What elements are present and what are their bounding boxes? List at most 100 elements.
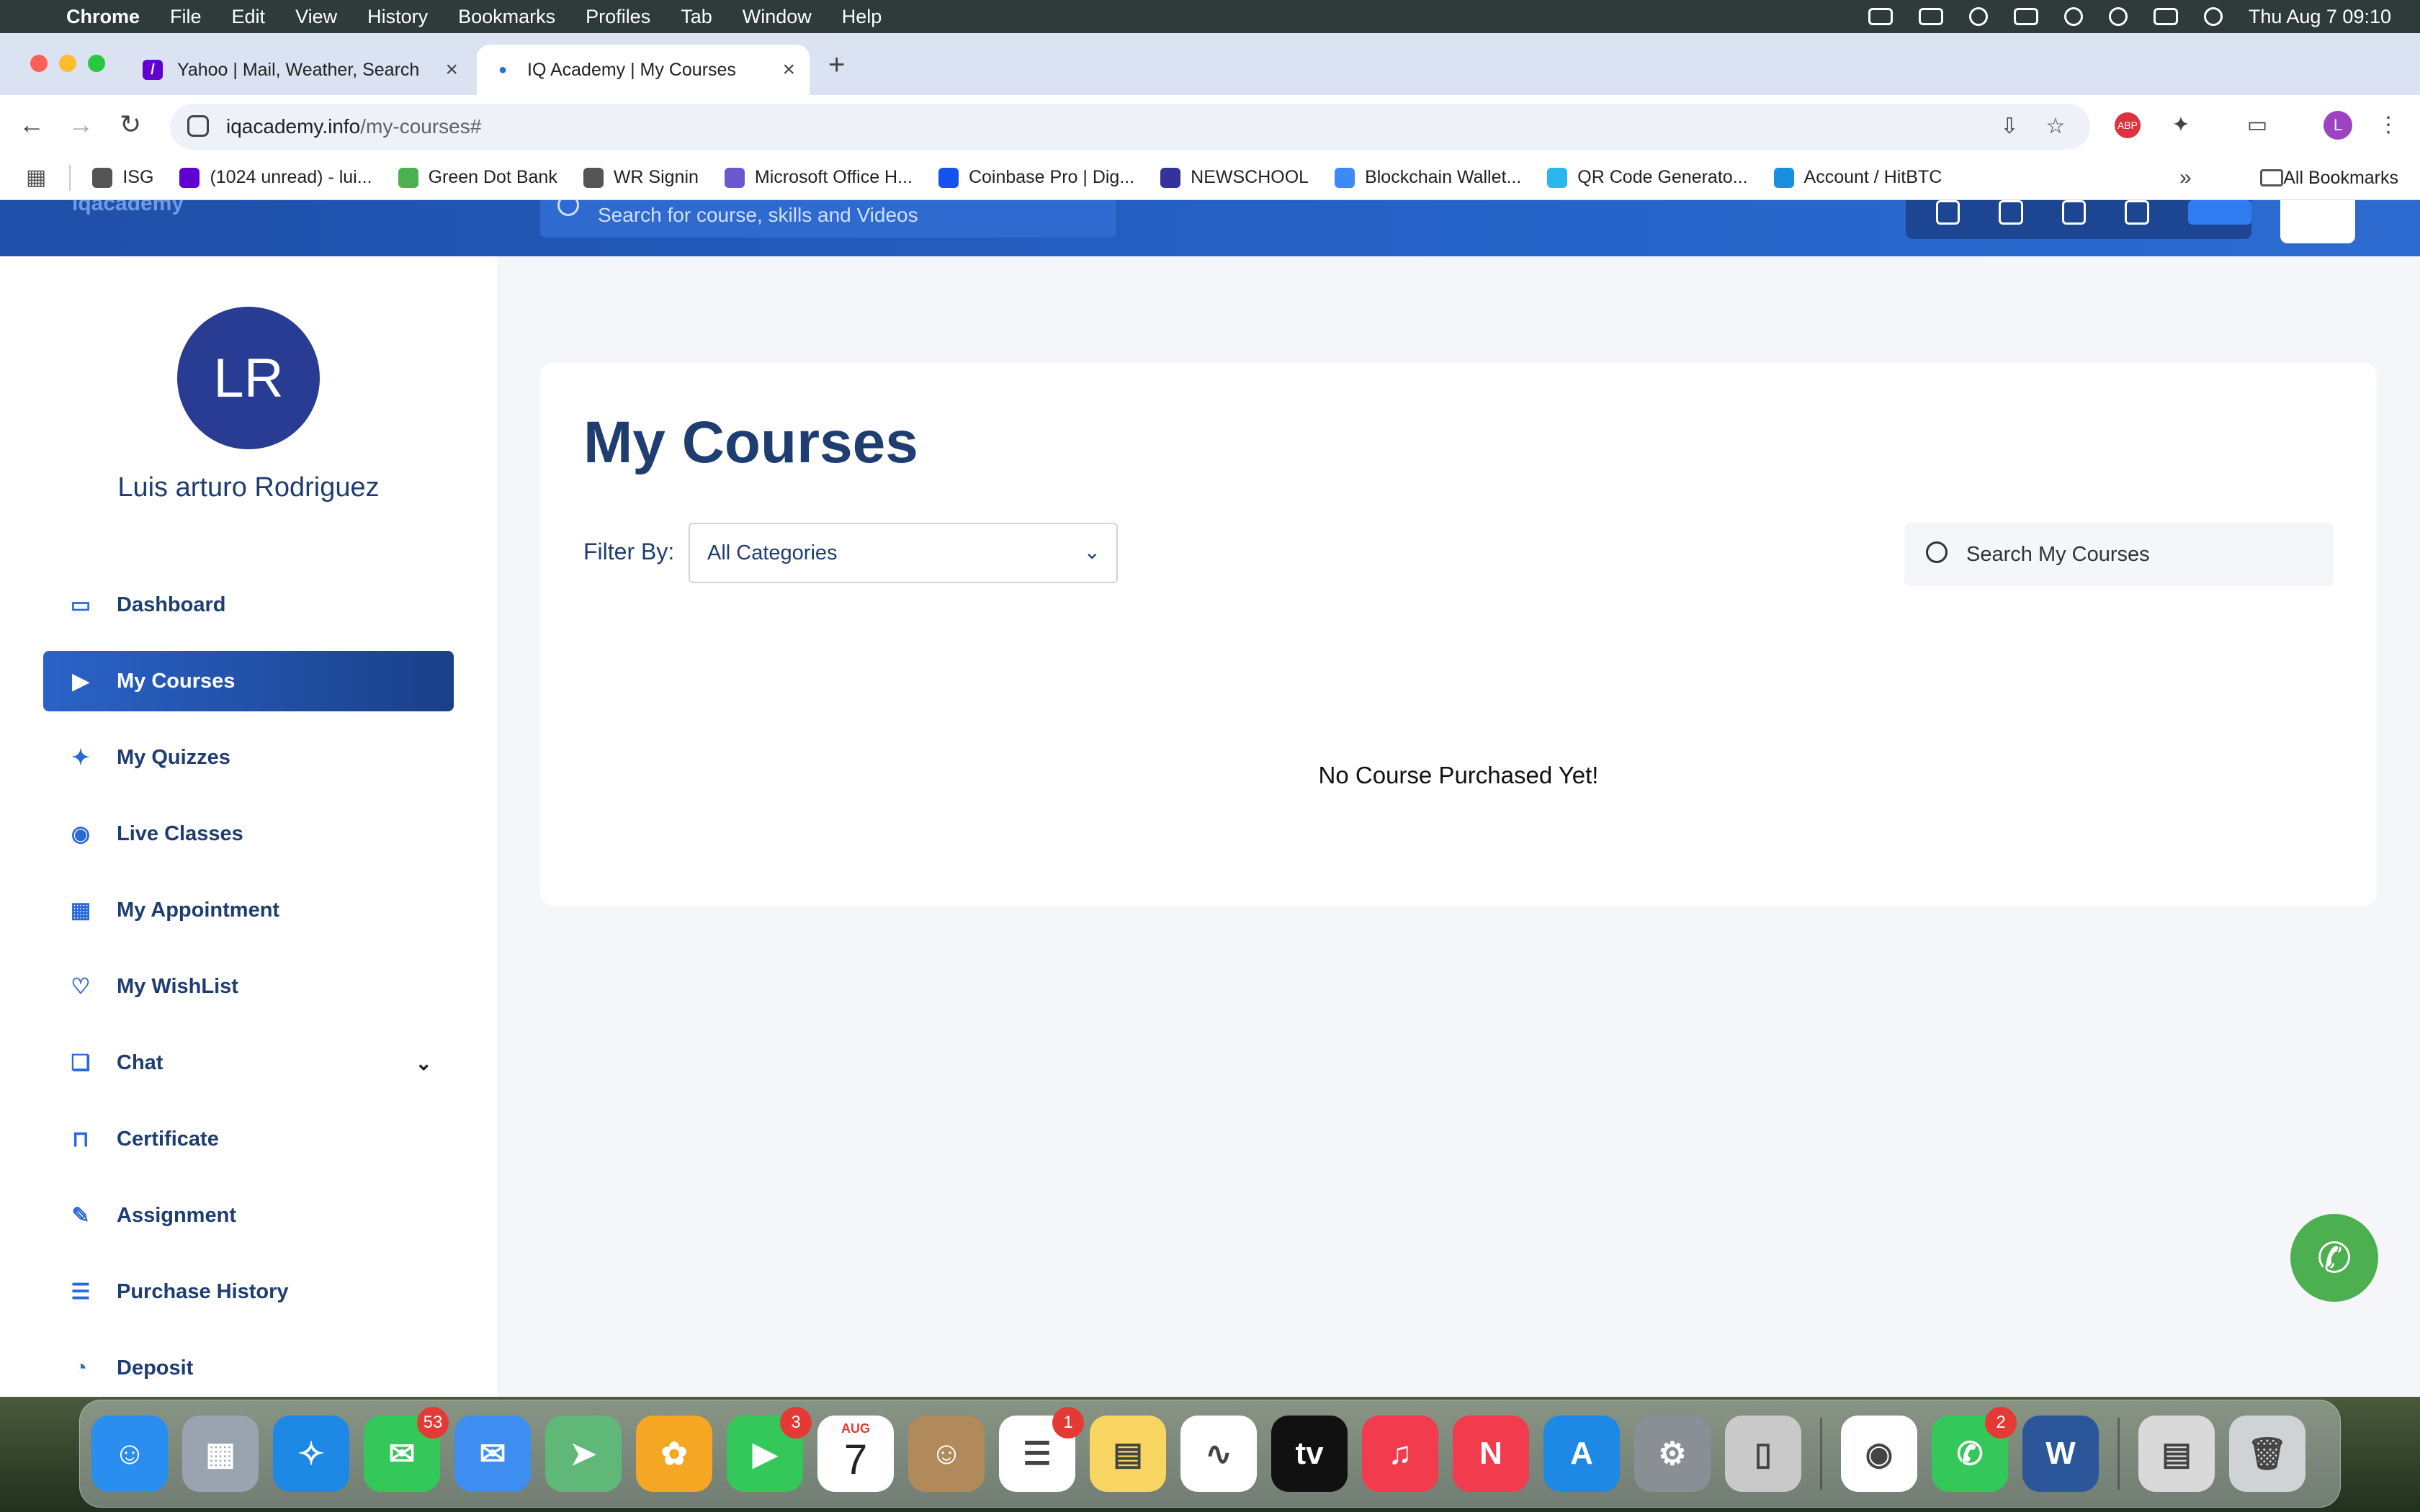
forward-arrow-icon[interactable]: → bbox=[68, 109, 94, 140]
calendar-app[interactable]: AUG 7 bbox=[817, 1416, 894, 1492]
user-icon[interactable] bbox=[1968, 7, 1988, 26]
messages-icon[interactable] bbox=[2125, 200, 2149, 225]
tab-iq-academy[interactable]: ● IQ Academy | My Courses × bbox=[477, 45, 810, 95]
search-my-courses-input[interactable]: Search My Courses bbox=[1904, 523, 2334, 586]
notes-app[interactable]: ▤ bbox=[1090, 1416, 1166, 1492]
sidebar-item-certificate[interactable]: ⊓ Certificate bbox=[43, 1109, 454, 1169]
safari-app[interactable]: ✧ bbox=[273, 1416, 349, 1492]
photos-app[interactable]: ✿ bbox=[636, 1416, 712, 1492]
menu-tab[interactable]: Tab bbox=[681, 6, 712, 28]
gift-button[interactable] bbox=[2187, 200, 2251, 225]
contacts-app[interactable]: ☺ bbox=[908, 1416, 985, 1492]
iphone-mirroring-app[interactable]: ▯ bbox=[1725, 1416, 1801, 1492]
zoom-window-button[interactable] bbox=[88, 55, 105, 72]
bookmark-item[interactable]: Account / HitBTC bbox=[1773, 167, 1942, 188]
menu-window[interactable]: Window bbox=[743, 6, 812, 28]
menu-file[interactable]: File bbox=[170, 6, 202, 28]
control-center-icon[interactable] bbox=[2153, 8, 2178, 25]
chrome-app[interactable]: ◉ bbox=[1841, 1416, 1917, 1492]
chevron-down-icon[interactable]: ⌄ bbox=[416, 1051, 432, 1075]
news-app[interactable]: N bbox=[1453, 1416, 1529, 1492]
whatsapp-app[interactable]: ✆ 2 bbox=[1932, 1407, 2017, 1492]
bookmark-item[interactable]: QR Code Generato... bbox=[1547, 167, 1748, 188]
minimize-window-button[interactable] bbox=[59, 55, 76, 72]
close-tab-icon[interactable]: × bbox=[445, 58, 458, 82]
profile-avatar[interactable]: L bbox=[2323, 111, 2352, 140]
chrome-menu-icon[interactable]: ⋮ bbox=[2375, 112, 2401, 138]
settings-app[interactable]: ⚙ bbox=[1634, 1416, 1711, 1492]
tv-app[interactable]: tv bbox=[1271, 1416, 1348, 1492]
screen-mirroring-icon[interactable] bbox=[1918, 8, 1943, 25]
menu-bookmarks[interactable]: Bookmarks bbox=[458, 6, 555, 28]
extensions-puzzle-icon[interactable]: ✦ bbox=[2168, 112, 2194, 138]
bookmark-item[interactable]: Coinbase Pro | Dig... bbox=[938, 167, 1134, 188]
bookmark-item[interactable]: Microsoft Office H... bbox=[724, 167, 913, 188]
bookmark-star-icon[interactable]: ☆ bbox=[2043, 114, 2069, 140]
facetime-app[interactable]: ▶ 3 bbox=[727, 1407, 812, 1492]
bookmark-item[interactable]: Green Dot Bank bbox=[398, 167, 557, 188]
launchpad-app[interactable]: ▦ bbox=[182, 1416, 259, 1492]
bookmark-item[interactable]: (1024 unread) - lui... bbox=[179, 167, 372, 188]
tab-search-icon[interactable]: ▭ bbox=[2244, 112, 2270, 138]
spotlight-search-icon[interactable] bbox=[2108, 7, 2128, 26]
category-filter-select[interactable]: All Categories ⌄ bbox=[689, 523, 1118, 583]
sidebar-item-live-classes[interactable]: ◉ Live Classes bbox=[43, 804, 454, 864]
cart-icon[interactable] bbox=[2061, 200, 2087, 225]
close-tab-icon[interactable]: × bbox=[782, 58, 795, 82]
menu-help[interactable]: Help bbox=[842, 6, 882, 28]
mail-app[interactable]: ✉ bbox=[454, 1416, 531, 1492]
bookmark-item[interactable]: ISG bbox=[92, 167, 153, 188]
address-bar[interactable]: iqacademy.info/my-courses# ⇩ ☆ bbox=[170, 104, 2090, 150]
more-bookmarks-chevron-icon[interactable]: » bbox=[2179, 166, 2192, 190]
apps-grid-icon[interactable]: ▦ bbox=[26, 165, 46, 190]
wishlist-heart-icon[interactable] bbox=[1999, 200, 2023, 225]
sidebar-item-chat[interactable]: ❏ Chat ⌄ bbox=[43, 1032, 454, 1093]
sidebar-item-assignment[interactable]: ✎ Assignment bbox=[43, 1185, 454, 1246]
sidebar-item-dashboard[interactable]: ▭ Dashboard bbox=[43, 575, 454, 635]
reminders-app[interactable]: ☰ 1 bbox=[999, 1407, 1084, 1492]
shield-icon[interactable] bbox=[1868, 8, 1893, 25]
sidebar-item-my-quizzes[interactable]: ✦ My Quizzes bbox=[43, 727, 454, 788]
install-app-icon[interactable]: ⇩ bbox=[1996, 114, 2022, 140]
finder-app[interactable]: ☺ bbox=[91, 1416, 168, 1492]
site-search-input[interactable]: Search for course, skills and Videos bbox=[540, 200, 1116, 238]
bookmark-item[interactable]: NEWSCHOOL bbox=[1160, 167, 1309, 188]
site-info-icon[interactable] bbox=[187, 115, 209, 137]
whatsapp-chat-button[interactable]: ✆ bbox=[2290, 1214, 2378, 1302]
siri-icon[interactable] bbox=[2203, 7, 2223, 26]
account-button[interactable] bbox=[2280, 200, 2355, 243]
freeform-app[interactable]: ∿ bbox=[1180, 1416, 1257, 1492]
all-bookmarks-button[interactable]: All Bookmarks bbox=[2260, 156, 2398, 200]
sidebar-item-deposit[interactable]: ◔ Deposit bbox=[43, 1338, 454, 1397]
notification-bell-icon[interactable] bbox=[1936, 200, 1960, 225]
menu-profiles[interactable]: Profiles bbox=[586, 6, 650, 28]
menubar-clock[interactable]: Thu Aug 7 09:10 bbox=[2249, 6, 2391, 28]
back-arrow-icon[interactable]: ← bbox=[19, 109, 45, 140]
menu-app-name[interactable]: Chrome bbox=[66, 6, 140, 28]
menu-edit[interactable]: Edit bbox=[232, 6, 266, 28]
word-app[interactable]: W bbox=[2022, 1416, 2099, 1492]
adblock-extension-icon[interactable]: ABP bbox=[2115, 112, 2141, 138]
trash[interactable]: 🗑 bbox=[2229, 1416, 2305, 1492]
close-window-button[interactable] bbox=[30, 55, 48, 72]
site-logo[interactable]: iqacademy bbox=[72, 200, 230, 220]
documents-stack[interactable]: ▤ bbox=[2138, 1416, 2215, 1492]
reload-icon[interactable]: ↻ bbox=[120, 109, 141, 140]
new-tab-icon[interactable]: + bbox=[828, 49, 845, 81]
music-app[interactable]: ♫ bbox=[1362, 1416, 1438, 1492]
battery-icon[interactable] bbox=[2013, 8, 2038, 25]
user-avatar[interactable]: LR bbox=[177, 307, 320, 449]
menu-view[interactable]: View bbox=[295, 6, 337, 28]
bookmark-item[interactable]: WR Signin bbox=[583, 167, 699, 188]
appstore-app[interactable]: A bbox=[1543, 1416, 1620, 1492]
sidebar-item-my-wishlist[interactable]: ♡ My WishList bbox=[43, 956, 454, 1017]
sidebar-item-purchase-history[interactable]: ☰ Purchase History bbox=[43, 1261, 454, 1322]
tab-yahoo[interactable]: / Yahoo | Mail, Weather, Search × bbox=[127, 45, 472, 95]
sidebar-item-my-courses[interactable]: ▶ My Courses bbox=[43, 651, 454, 711]
menu-history[interactable]: History bbox=[367, 6, 428, 28]
sidebar-item-my-appointment[interactable]: ▦ My Appointment bbox=[43, 880, 454, 940]
wifi-icon[interactable] bbox=[2063, 7, 2083, 26]
messages-app[interactable]: ✉ 53 bbox=[364, 1407, 449, 1492]
maps-app[interactable]: ➤ bbox=[545, 1416, 622, 1492]
bookmark-item[interactable]: Blockchain Wallet... bbox=[1335, 167, 1521, 188]
